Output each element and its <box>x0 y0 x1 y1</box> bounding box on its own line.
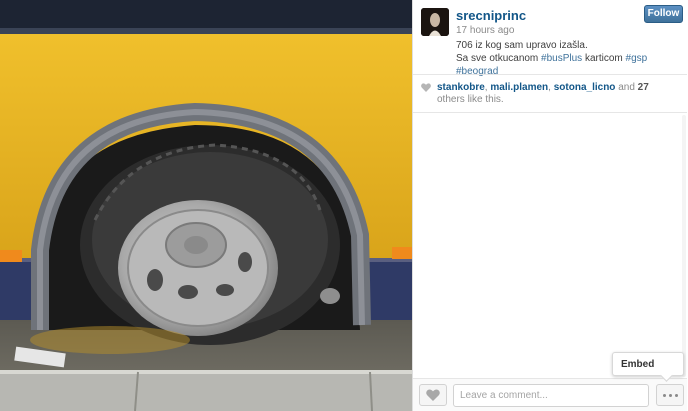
ellipsis-icon <box>674 393 678 397</box>
liker-link[interactable]: sotona_licno <box>554 82 616 93</box>
heart-icon <box>426 389 440 401</box>
follow-button[interactable]: Follow <box>644 5 683 23</box>
caption-line-1: 706 iz kog sam upravo izašla. <box>456 40 588 51</box>
post-footer <box>413 378 687 411</box>
caption-text: Sa sve otkucanom <box>456 53 542 64</box>
ellipsis-icon <box>668 393 672 397</box>
comments-list[interactable] <box>413 112 687 378</box>
heart-icon <box>421 83 431 92</box>
comment-input[interactable] <box>453 384 649 407</box>
more-options-button[interactable] <box>656 384 684 406</box>
avatar[interactable] <box>421 8 449 36</box>
post-sidebar: srecniprinc 17 hours ago Follow 706 iz k… <box>412 0 688 411</box>
hashtag-busplus[interactable]: #busPlus <box>541 53 582 64</box>
ellipsis-icon <box>662 393 666 397</box>
comments-scrollbar[interactable] <box>682 115 686 377</box>
embed-menu-item[interactable]: Embed <box>612 352 684 376</box>
caption-text: karticom <box>582 53 626 64</box>
like-button[interactable] <box>419 384 447 406</box>
liker-link[interactable]: mali.plamen <box>490 82 548 93</box>
post-header: srecniprinc 17 hours ago Follow 706 iz k… <box>413 0 688 77</box>
hashtag-gsp[interactable]: #gsp <box>626 53 648 64</box>
likes-and: and <box>615 82 638 93</box>
likes-count[interactable]: 27 <box>638 82 649 93</box>
likes-summary: stankobre, mali.plamen, sotona_licno and… <box>413 74 687 113</box>
post-caption: 706 iz kog sam upravo izašla. Sa sve otk… <box>456 39 684 78</box>
likes-suffix: others like this. <box>437 94 504 105</box>
bus-tire-image <box>0 0 412 411</box>
post-photo[interactable] <box>0 0 412 411</box>
post-timestamp[interactable]: 17 hours ago <box>456 25 514 36</box>
username-link[interactable]: srecniprinc <box>456 8 526 23</box>
liker-link[interactable]: stankobre <box>437 82 485 93</box>
